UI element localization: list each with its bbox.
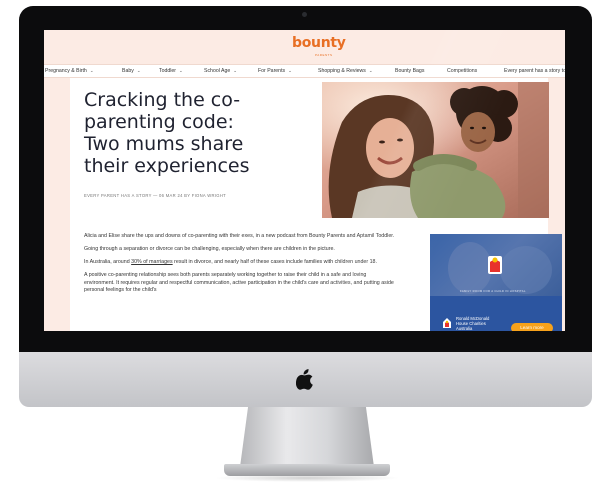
nav-item-baby[interactable]: Baby ⌄ <box>122 68 141 74</box>
nav-item-label: Bounty Bags <box>395 68 425 74</box>
nav-item-school-age[interactable]: School Age ⌄ <box>204 68 237 74</box>
ad-image <box>430 234 562 296</box>
camera-dot <box>302 12 307 17</box>
nav-item-label: Baby <box>122 68 134 74</box>
site-header: bounty PARENTS <box>44 30 565 64</box>
article-paragraph: Going through a separation or divorce ca… <box>84 246 335 253</box>
article-page: Cracking the co-parenting code: Two mums… <box>70 78 562 331</box>
nav-item-every-parent-story[interactable]: Every parent has a story to tell <box>504 68 565 74</box>
browser-screen: bounty PARENTS Pregnancy & Birth ⌄ Baby ⌄ To… <box>44 30 565 331</box>
monitor-stand-neck <box>240 407 374 467</box>
nav-item-label: For Parents <box>258 68 286 74</box>
nav-item-for-parents[interactable]: For Parents ⌄ <box>258 68 292 74</box>
marriages-stat-link[interactable]: 30% of marriages <box>131 259 173 265</box>
ad-illustration <box>448 242 552 294</box>
chevron-down-icon: ⌄ <box>179 68 183 73</box>
article-body: Alicia and Elise share the ups and downs… <box>84 233 396 301</box>
monitor-stand-foot <box>224 464 390 476</box>
nav-item-competitions[interactable]: Competitions <box>447 68 477 74</box>
nav-item-label: Shopping & Reviews <box>318 68 366 74</box>
chevron-down-icon: ⌄ <box>288 68 292 73</box>
chevron-down-icon: ⌄ <box>136 68 141 73</box>
chevron-down-icon: ⌄ <box>89 68 94 73</box>
learn-more-button[interactable]: Learn more <box>511 323 553 331</box>
article-byline: EVERY PARENT HAS A STORY — 06 MAR 24 BY … <box>84 193 227 198</box>
nav-item-label: Pregnancy & Birth <box>45 68 87 74</box>
nav-item-toddler[interactable]: Toddler ⌄ <box>159 68 183 74</box>
paragraph-text: In Australia, around <box>84 259 132 266</box>
nav-item-label: Competitions <box>447 68 478 74</box>
article-paragraph: In Australia, around 30% of marriages re… <box>84 259 396 267</box>
nav-item-label: School Age <box>204 68 231 74</box>
apple-logo-icon <box>296 369 313 390</box>
rmhc-house-icon <box>443 318 451 328</box>
hero-photo-mother-and-child <box>322 82 549 218</box>
bounty-logo[interactable]: bounty <box>292 35 346 51</box>
chevron-down-icon: ⌄ <box>368 68 373 73</box>
nav-item-label: Toddler <box>159 68 177 74</box>
nav-item-bounty-bags[interactable]: Bounty Bags <box>395 68 424 74</box>
article-paragraph: A positive co-parenting relationship see… <box>84 272 394 294</box>
nav-item-label: Every parent has a story to tell <box>504 68 565 74</box>
hero-photo-illustration <box>322 82 549 218</box>
paragraph-text: result in divorce, and nearly half of th… <box>172 259 377 266</box>
ad-brand-name: Ronald McDonald House Charities Australi… <box>456 316 490 331</box>
article-paragraph: Alicia and Elise share the ups and downs… <box>84 233 395 239</box>
logo-tagline: PARENTS <box>315 53 333 57</box>
ad-caption: FAMILY ROOM FOR A CHILD IN HOSPITAL <box>460 289 526 293</box>
nav-item-shopping-reviews[interactable]: Shopping & Reviews ⌄ <box>318 68 373 74</box>
rmhc-advertisement[interactable]: FAMILY ROOM FOR A CHILD IN HOSPITAL Rona… <box>430 234 562 331</box>
nav-item-pregnancy-birth[interactable]: Pregnancy & Birth ⌄ <box>45 68 94 74</box>
main-nav: Pregnancy & Birth ⌄ Baby ⌄ Toddler ⌄ School Ag… <box>44 64 565 78</box>
chevron-down-icon: ⌄ <box>233 68 238 73</box>
article-title: Cracking the co-parenting code: Two mums… <box>84 89 250 177</box>
